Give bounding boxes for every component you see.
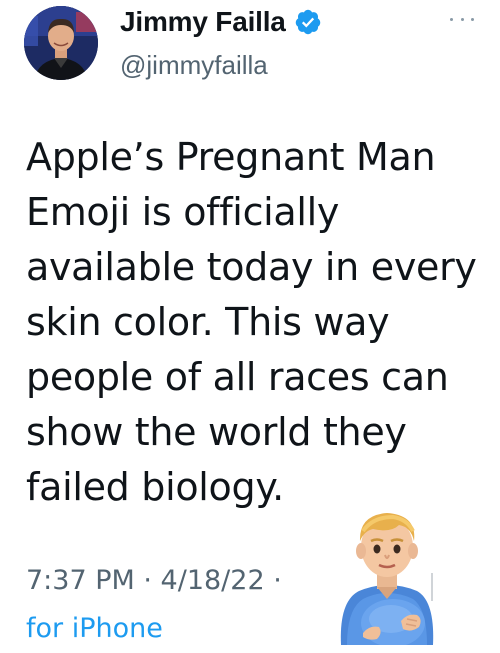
tweet-text-line: show the world they (26, 410, 407, 454)
tweet-card: Jimmy Failla @jimmyfailla Apple’s Pregna… (0, 0, 500, 647)
profile-photo-icon (24, 6, 98, 80)
tweet-meta: 7:37 PM · 4/18/22 · for iPhone (26, 557, 346, 653)
tweet-text-line: people of all races can (26, 355, 449, 399)
name-row: Jimmy Failla (120, 6, 322, 38)
tweet-text-line: Emoji is officially (26, 190, 340, 234)
more-options-icon[interactable] (450, 12, 474, 26)
tweet-text-line: available today in every (26, 245, 477, 289)
tweet-text: Apple’s Pregnant Man Emoji is officially… (26, 130, 481, 515)
verified-badge-icon (294, 8, 322, 36)
tweet-text-line: skin color. This way (26, 300, 390, 344)
tweet-text-line: Apple’s Pregnant Man (26, 135, 436, 179)
user-handle[interactable]: @jimmyfailla (120, 50, 268, 81)
dot (460, 17, 464, 21)
display-name[interactable]: Jimmy Failla (120, 6, 286, 38)
divider (431, 573, 433, 601)
dot (471, 17, 474, 21)
timestamp[interactable]: 7:37 PM · 4/18/22 · (26, 557, 346, 605)
dot (450, 17, 453, 21)
avatar[interactable] (24, 6, 98, 80)
pregnant-man-emoji-icon (333, 505, 441, 647)
source-link[interactable]: for iPhone (26, 605, 346, 653)
